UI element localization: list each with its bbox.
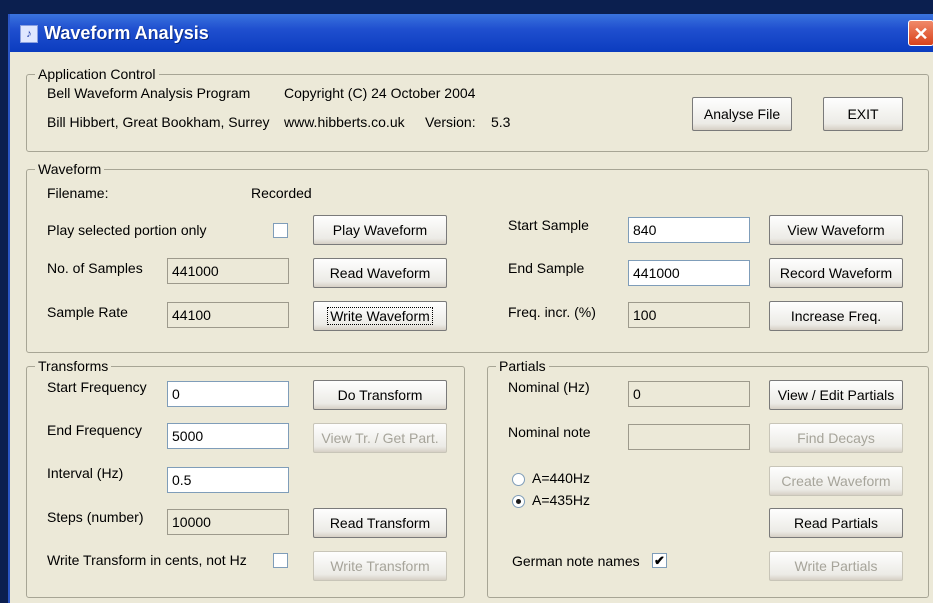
- play-waveform-button[interactable]: Play Waveform: [313, 215, 447, 245]
- waveform-legend: Waveform: [35, 161, 105, 177]
- freq-incr-label: Freq. incr. (%): [508, 304, 596, 320]
- write-transform-button[interactable]: Write Transform: [313, 551, 447, 581]
- sample-rate-field: 44100: [167, 302, 289, 328]
- version-label: Version:: [425, 114, 476, 130]
- interval-label: Interval (Hz): [47, 465, 124, 481]
- cents-label: Write Transform in cents, not Hz: [47, 552, 247, 568]
- increase-freq-button[interactable]: Increase Freq.: [769, 301, 903, 331]
- exit-button[interactable]: EXIT: [823, 97, 903, 131]
- nominal-note-label: Nominal note: [508, 424, 591, 440]
- filename-label: Filename:: [47, 185, 109, 201]
- steps-field: 10000: [167, 509, 289, 535]
- application-control-legend: Application Control: [35, 66, 159, 82]
- sample-rate-label: Sample Rate: [47, 304, 128, 320]
- end-frequency-input[interactable]: 5000: [167, 423, 289, 449]
- view-transform-button[interactable]: View Tr. / Get Part.: [313, 423, 447, 453]
- steps-label: Steps (number): [47, 509, 144, 525]
- app-icon: ♪: [20, 25, 38, 43]
- start-frequency-input[interactable]: 0: [167, 381, 289, 407]
- application-window: ♪ Waveform Analysis ✕ Application Contro…: [8, 14, 933, 603]
- a435-radio[interactable]: [512, 495, 525, 508]
- title-bar[interactable]: ♪ Waveform Analysis ✕: [10, 14, 933, 52]
- a440-label: A=440Hz: [532, 470, 590, 486]
- application-control-group: Application Control Bell Waveform Analys…: [26, 66, 929, 152]
- german-note-checkbox[interactable]: ✔: [652, 553, 667, 568]
- copyright-text: Copyright (C) 24 October 2004: [284, 85, 476, 101]
- program-name: Bell Waveform Analysis Program: [47, 85, 251, 101]
- author-text: Bill Hibbert, Great Bookham, Surrey: [47, 114, 270, 130]
- record-waveform-button[interactable]: Record Waveform: [769, 258, 903, 288]
- write-partials-button[interactable]: Write Partials: [769, 551, 903, 581]
- waveform-group: Waveform Filename: Recorded Play selecte…: [26, 161, 929, 353]
- end-sample-input[interactable]: 441000: [628, 260, 750, 286]
- nominal-hz-label: Nominal (Hz): [508, 379, 590, 395]
- version-value: 5.3: [491, 114, 511, 130]
- a440-radio[interactable]: [512, 473, 525, 486]
- close-icon[interactable]: ✕: [908, 20, 933, 46]
- read-transform-button[interactable]: Read Transform: [313, 508, 447, 538]
- samples-label: No. of Samples: [47, 260, 143, 276]
- interval-input[interactable]: 0.5: [167, 467, 289, 493]
- a435-label: A=435Hz: [532, 492, 590, 508]
- read-waveform-button[interactable]: Read Waveform: [313, 258, 447, 288]
- nominal-note-field: [628, 424, 750, 450]
- partials-legend: Partials: [496, 358, 549, 374]
- end-sample-label: End Sample: [508, 260, 585, 276]
- samples-field: 441000: [167, 258, 289, 284]
- freq-incr-field: 100: [628, 302, 750, 328]
- website-link: www.hibberts.co.uk: [284, 114, 405, 130]
- partials-group: Partials Nominal (Hz) 0 Nominal note A=4…: [487, 358, 929, 598]
- german-note-label: German note names: [512, 553, 640, 569]
- window-title: Waveform Analysis: [44, 23, 209, 43]
- do-transform-button[interactable]: Do Transform: [313, 380, 447, 410]
- end-frequency-label: End Frequency: [47, 422, 142, 438]
- find-decays-button[interactable]: Find Decays: [769, 423, 903, 453]
- filename-value: Recorded: [251, 185, 312, 201]
- start-frequency-label: Start Frequency: [47, 379, 147, 395]
- cents-checkbox[interactable]: [273, 553, 288, 568]
- analyse-file-button[interactable]: Analyse File: [692, 97, 792, 131]
- play-selected-checkbox[interactable]: [273, 223, 288, 238]
- write-waveform-button[interactable]: Write Waveform: [313, 301, 447, 331]
- play-selected-label: Play selected portion only: [47, 222, 207, 238]
- start-sample-input[interactable]: 840: [628, 217, 750, 243]
- view-waveform-button[interactable]: View Waveform: [769, 215, 903, 245]
- read-partials-button[interactable]: Read Partials: [769, 508, 903, 538]
- start-sample-label: Start Sample: [508, 217, 589, 233]
- transforms-legend: Transforms: [35, 358, 112, 374]
- view-edit-partials-button[interactable]: View / Edit Partials: [769, 380, 903, 410]
- nominal-hz-field: 0: [628, 381, 750, 407]
- transforms-group: Transforms Start Frequency 0 End Frequen…: [26, 358, 465, 598]
- write-waveform-label: Write Waveform: [327, 307, 433, 325]
- create-waveform-button[interactable]: Create Waveform: [769, 466, 903, 496]
